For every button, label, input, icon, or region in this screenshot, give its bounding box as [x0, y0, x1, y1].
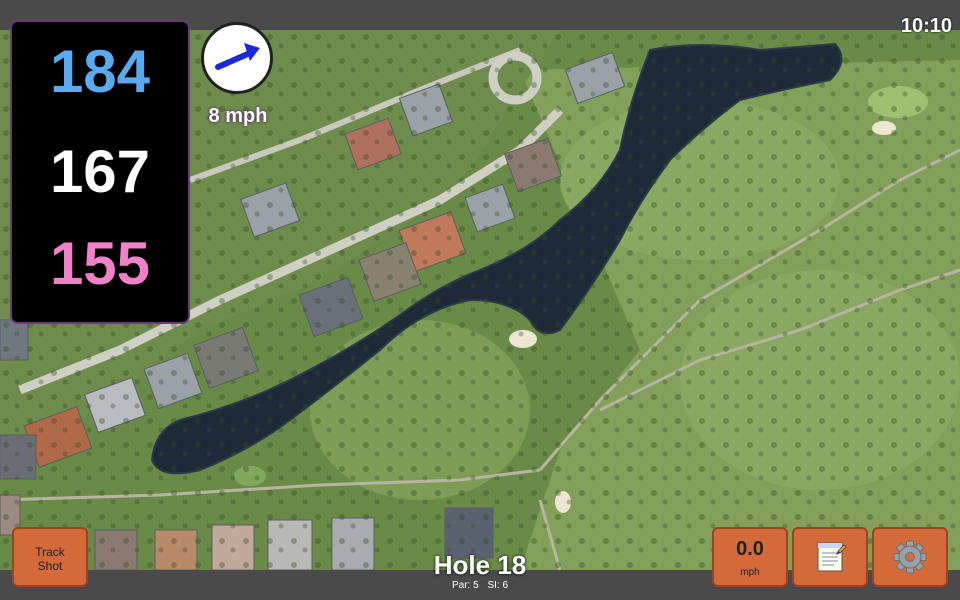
wind-arrow-icon: [215, 43, 260, 70]
front-yardage: 155: [49, 230, 151, 297]
back-yardage: 184: [49, 38, 151, 105]
wind-readout-value: 0.0: [736, 538, 764, 560]
yardage-panel: 184 167 155: [12, 22, 188, 322]
gear-icon: [893, 540, 927, 574]
wind-readout-button[interactable]: 0.0 mph: [712, 527, 788, 587]
track-shot-label-line2: Shot: [37, 559, 63, 573]
hole-info: Hole 18 Par: 5 SI: 6: [380, 550, 580, 592]
si-label: SI: 6: [487, 580, 509, 591]
status-time: 10:10: [900, 15, 952, 37]
wind-readout-unit: mph: [740, 567, 760, 578]
par-label: Par: 5: [451, 580, 479, 591]
track-shot-label-line1: Track: [35, 545, 65, 559]
notes-button[interactable]: [792, 527, 868, 587]
hole-details: Par: 5 SI: 6: [380, 580, 580, 592]
middle-yardage: 167: [49, 138, 151, 205]
settings-button[interactable]: [872, 527, 948, 587]
wind-direction-dial: [201, 22, 273, 94]
wind-speed-label: 8 mph: [208, 105, 268, 127]
notepad-icon: [817, 542, 847, 572]
hole-title: Hole 18: [433, 550, 527, 580]
track-shot-button[interactable]: Track Shot: [12, 527, 88, 587]
